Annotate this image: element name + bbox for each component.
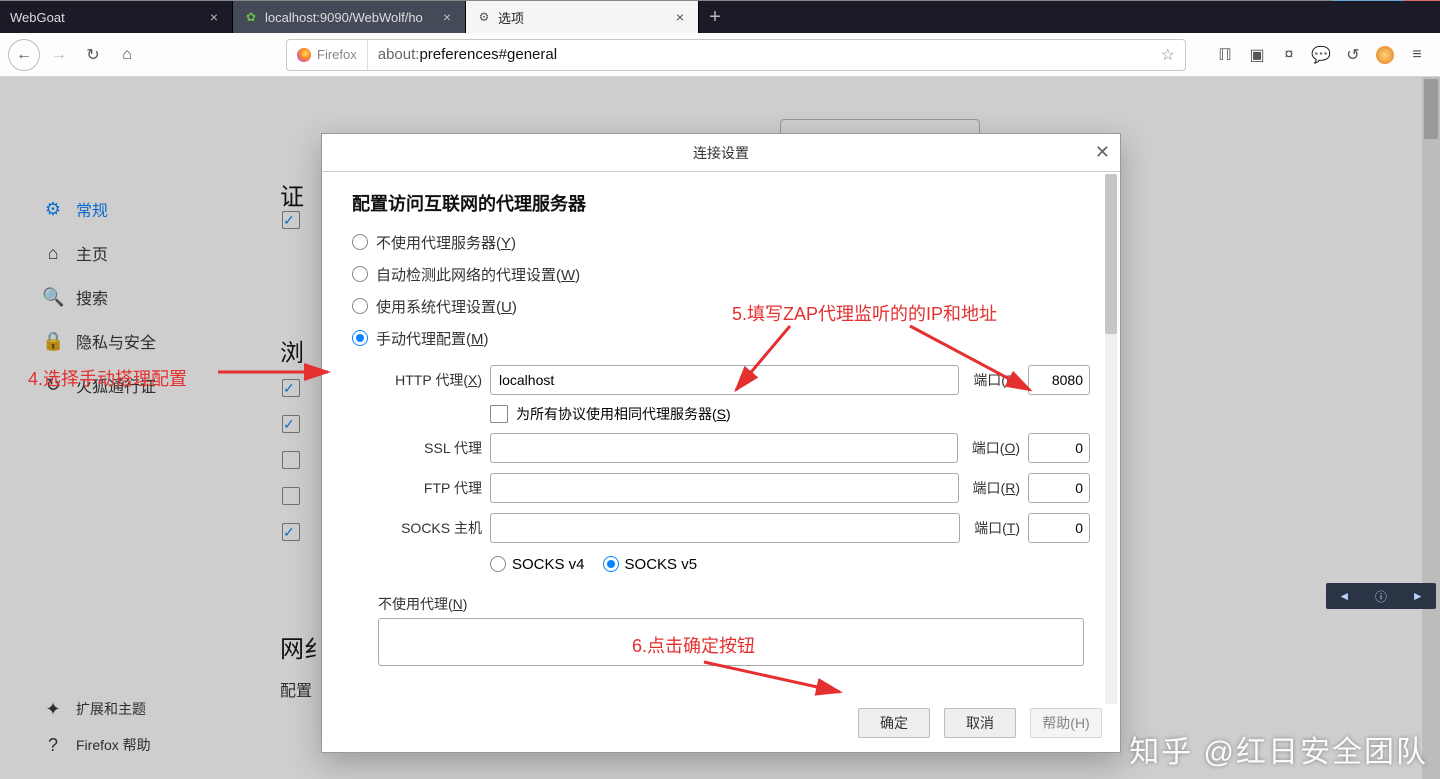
player-info-icon[interactable]: ⓘ (1375, 588, 1387, 605)
tab-strip: WebGoat × ✿ localhost:9090/WebWolf/ho × … (0, 1, 1440, 33)
dialog-body: 配置访问互联网的代理服务器 不使用代理服务器(Y) 自动检测此网络的代理设置(W… (322, 172, 1120, 702)
ssl-port-label: 端口(O) (972, 438, 1020, 458)
nav-toolbar: ← → ↻ ⌂ Firefox about:preferences#genera… (0, 33, 1440, 77)
sidebar-icon[interactable]: ▣ (1242, 40, 1272, 70)
dialog-title: 连接设置 (693, 143, 749, 163)
tab-close-icon[interactable]: × (439, 9, 455, 25)
ssl-port-input[interactable] (1028, 433, 1090, 463)
no-proxy-label: 不使用代理(N) (378, 594, 1090, 614)
socks-host-input[interactable] (490, 513, 960, 543)
arrow-6-icon (700, 656, 860, 706)
socks-port-input[interactable] (1028, 513, 1090, 543)
new-tab-button[interactable]: + (699, 1, 731, 33)
arrow-5a-icon (730, 320, 1070, 410)
nav-back-button[interactable]: ← (8, 39, 40, 71)
cancel-button[interactable]: 取消 (944, 708, 1016, 738)
identity-box[interactable]: Firefox (287, 40, 368, 70)
tab-webwolf[interactable]: ✿ localhost:9090/WebWolf/ho × (233, 1, 466, 33)
profile-icon[interactable] (1370, 40, 1400, 70)
socks-version-row: SOCKS v4 SOCKS v5 (490, 548, 1090, 580)
section-title: 配置访问互联网的代理服务器 (352, 190, 1090, 216)
annotation-6: 6.点击确定按钮 (632, 632, 755, 658)
radio-socks-v5[interactable]: SOCKS v5 (603, 556, 698, 573)
favicon-leaf-icon: ✿ (243, 9, 259, 25)
ftp-port-label: 端口(R) (973, 478, 1020, 498)
library-icon[interactable]: ℿ (1210, 40, 1240, 70)
sync-icon[interactable]: ↺ (1338, 40, 1368, 70)
player-next-icon[interactable]: ► (1412, 589, 1424, 603)
ftp-proxy-label: FTP 代理 (352, 478, 482, 498)
radio-icon (352, 266, 368, 282)
radio-icon (352, 330, 368, 346)
tab-title: WebGoat (10, 10, 200, 25)
radio-icon (352, 234, 368, 250)
nav-reload-button[interactable]: ↻ (78, 40, 108, 70)
tab-title: localhost:9090/WebWolf/ho (265, 10, 433, 25)
dialog-footer: 确定 取消 帮助(H) (322, 702, 1120, 752)
tab-title: 选项 (498, 8, 666, 27)
ssl-proxy-row: SSL 代理 端口(O) (352, 428, 1090, 468)
radio-auto-detect[interactable]: 自动检测此网络的代理设置(W) (352, 258, 1090, 290)
radio-icon (603, 556, 619, 572)
ftp-proxy-input[interactable] (490, 473, 959, 503)
radio-icon (490, 556, 506, 572)
dialog-close-button[interactable]: ✕ (1095, 142, 1110, 163)
watermark-text: 知乎 @红日安全团队 (1129, 727, 1428, 771)
bookmark-star-icon[interactable]: ☆ (1151, 45, 1185, 65)
nav-forward-button[interactable]: → (44, 40, 74, 70)
ok-button[interactable]: 确定 (858, 708, 930, 738)
radio-icon (352, 298, 368, 314)
address-bar[interactable]: Firefox about:preferences#general ☆ (286, 39, 1186, 71)
tab-preferences[interactable]: ⚙ 选项 × (466, 1, 699, 33)
tab-webgoat[interactable]: WebGoat × (0, 1, 233, 33)
player-prev-icon[interactable]: ◄ (1338, 589, 1350, 603)
gear-icon: ⚙ (476, 9, 492, 25)
ssl-proxy-input[interactable] (490, 433, 958, 463)
extension-icon[interactable]: ¤ (1274, 40, 1304, 70)
nav-home-button[interactable]: ⌂ (112, 40, 142, 70)
dialog-header: 连接设置 ✕ (322, 134, 1120, 172)
identity-label: Firefox (317, 47, 357, 62)
radio-socks-v4[interactable]: SOCKS v4 (490, 556, 585, 573)
http-proxy-label: HTTP 代理(X) (352, 370, 482, 390)
chat-icon[interactable]: 💬 (1306, 40, 1336, 70)
socks-host-label: SOCKS 主机 (352, 518, 482, 538)
radio-no-proxy[interactable]: 不使用代理服务器(Y) (352, 226, 1090, 258)
annotation-4: 4.选择手动搭理配置 (28, 365, 187, 391)
firefox-icon (297, 48, 311, 62)
tab-close-icon[interactable]: × (672, 9, 688, 25)
url-text: about:preferences#general (368, 46, 1151, 63)
socks-host-row: SOCKS 主机 端口(T) (352, 508, 1090, 548)
ftp-port-input[interactable] (1028, 473, 1090, 503)
socks-port-label: 端口(T) (974, 518, 1020, 538)
mini-player-widget[interactable]: ◄ ⓘ ► (1326, 583, 1436, 609)
checkbox-icon (490, 405, 508, 423)
help-button[interactable]: 帮助(H) (1030, 708, 1102, 738)
ftp-proxy-row: FTP 代理 端口(R) (352, 468, 1090, 508)
ssl-proxy-label: SSL 代理 (352, 438, 482, 458)
tab-close-icon[interactable]: × (206, 9, 222, 25)
arrow-4-icon (218, 360, 338, 384)
menu-icon[interactable]: ≡ (1402, 40, 1432, 70)
